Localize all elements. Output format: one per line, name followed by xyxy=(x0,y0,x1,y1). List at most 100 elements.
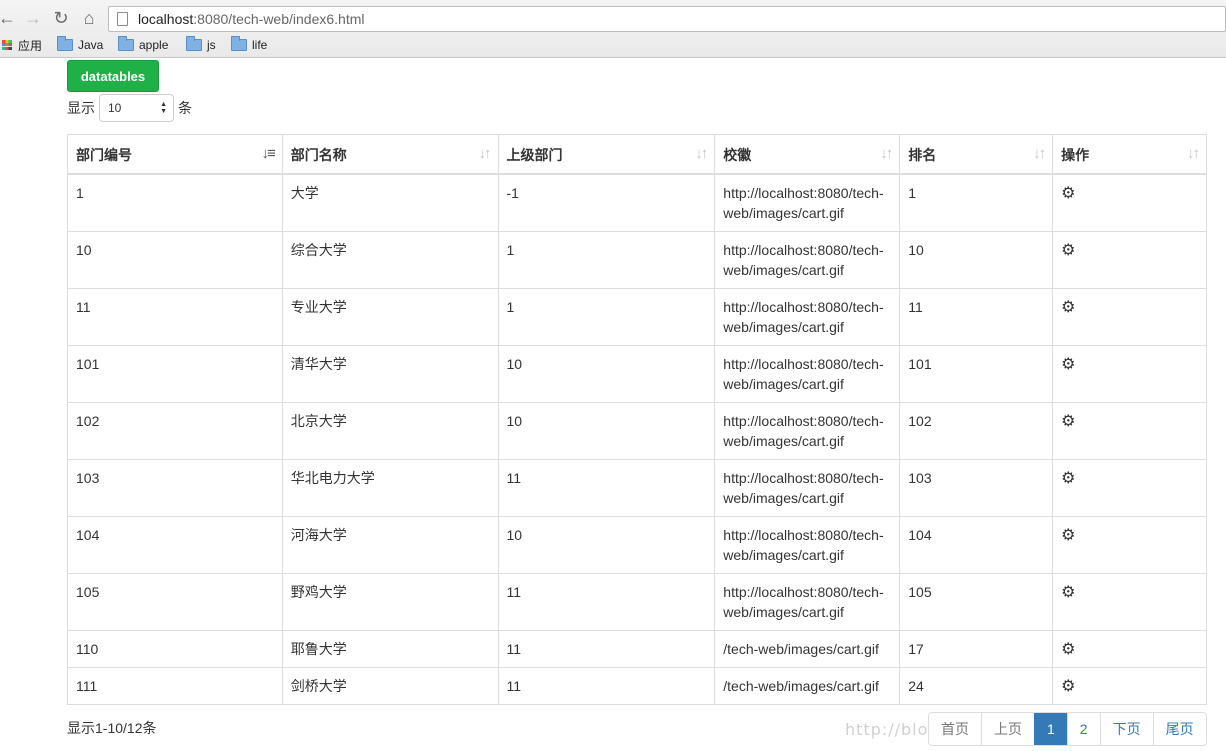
column-header-rank[interactable]: 排名 ↓↑ xyxy=(899,134,1054,175)
bookmark-java[interactable]: Java xyxy=(57,35,103,55)
cell-rank: 24 xyxy=(899,667,1054,705)
cell-parent: 10 xyxy=(497,402,716,460)
table-row: 102 北京大学 10 http://localhost:8080/tech-web/… xyxy=(67,402,1207,460)
gear-icon[interactable]: ⚙ xyxy=(1061,413,1075,430)
cell-name: 专业大学 xyxy=(281,288,499,346)
browser-nav-row: ← → ↻ ⌂ localhost:8080/tech-web/index6.h… xyxy=(0,4,1226,32)
cell-logo: /tech-web/images/cart.gif xyxy=(714,630,901,668)
table-row: 10 综合大学 1 http://localhost:8080/tech-web/im… xyxy=(67,231,1207,289)
table-info: 显示1-10/12条 xyxy=(67,720,157,736)
gear-icon[interactable]: ⚙ xyxy=(1061,185,1075,202)
cell-id: 102 xyxy=(67,402,283,460)
column-header-label: 部门名称 xyxy=(290,147,347,163)
bookmark-apple[interactable]: apple xyxy=(118,35,168,55)
table-row: 11 专业大学 1 http://localhost:8080/tech-web/im… xyxy=(67,288,1207,346)
cell-actions: ⚙ xyxy=(1052,667,1207,705)
gear-icon[interactable]: ⚙ xyxy=(1061,299,1075,316)
cell-name: 华北电力大学 xyxy=(281,459,499,517)
cell-id: 110 xyxy=(67,630,283,668)
bookmark-label: Java xyxy=(78,38,104,52)
apps-grid-icon xyxy=(2,40,12,50)
cell-id: 101 xyxy=(67,345,283,403)
page-length-select[interactable]: 10 ▲ ▼ xyxy=(99,94,174,122)
datatables-button[interactable]: datatables xyxy=(67,60,159,92)
bookmark-label: 应用 xyxy=(18,38,43,53)
cell-logo: http://localhost:8080/tech-web/images/ca… xyxy=(714,231,901,289)
bookmark-life[interactable]: life xyxy=(231,35,267,55)
table-row: 110 耶鲁大学 11/tech-web/images/cart.gif 17 ⚙ xyxy=(67,630,1207,668)
page-1-button[interactable]: 1 xyxy=(1034,713,1067,745)
first-page-button[interactable]: 首页 xyxy=(929,713,981,745)
table-header-row: 部门编号 ↓≡ 部门名称 ↓↑ 上级部门 ↓↑ 校徽 ↓↑ 排名 ↓↑ 操作 ↓↑ xyxy=(67,134,1207,175)
cell-rank: 11 xyxy=(899,288,1054,346)
column-header-label: 部门编号 xyxy=(76,147,132,163)
sort-both-icon: ↓↑ xyxy=(1187,145,1200,162)
column-header-actions[interactable]: 操作 ↓↑ xyxy=(1052,134,1207,175)
cell-name: 清华大学 xyxy=(281,345,499,403)
cell-parent: 1 xyxy=(497,231,716,289)
sort-both-icon: ↓↑ xyxy=(478,145,492,162)
cell-parent: 10 xyxy=(497,345,716,403)
sort-both-icon: ↓↑ xyxy=(880,145,893,162)
cell-id: 105 xyxy=(67,573,283,631)
gear-icon[interactable]: ⚙ xyxy=(1061,356,1075,373)
cell-rank: 101 xyxy=(899,345,1054,403)
cell-logo: http://localhost:8080/tech-web/images/ca… xyxy=(714,288,901,346)
cell-parent: 1 xyxy=(497,288,716,346)
cell-rank: 10 xyxy=(899,231,1054,289)
column-header-label: 校徽 xyxy=(723,147,752,163)
bookmarks-bar: 应用 Java apple js life xyxy=(0,35,1226,55)
cell-parent: 11 xyxy=(497,630,716,668)
cell-logo: /tech-web/images/cart.gif xyxy=(714,667,901,705)
gear-icon[interactable]: ⚙ xyxy=(1061,584,1075,601)
bookmark-apps[interactable]: 应用 xyxy=(2,35,42,55)
last-page-button[interactable]: 尾页 xyxy=(1152,713,1206,745)
column-header-label: 操作 xyxy=(1061,147,1090,163)
length-selector: 显示 10 ▲ ▼ 条 xyxy=(67,94,192,122)
bookmark-js[interactable]: js xyxy=(186,35,216,55)
select-arrows-icon: ▲ ▼ xyxy=(160,101,167,115)
cell-logo: http://localhost:8080/tech-web/images/ca… xyxy=(714,516,901,574)
next-page-button[interactable]: 下页 xyxy=(1099,713,1153,745)
cell-id: 11 xyxy=(67,288,283,346)
cell-rank: 105 xyxy=(899,573,1054,631)
cell-parent: 11 xyxy=(497,459,716,517)
cell-name: 河海大学 xyxy=(281,516,499,574)
cell-id: 1 xyxy=(67,173,283,232)
prev-page-button[interactable]: 上页 xyxy=(981,713,1034,745)
gear-icon[interactable]: ⚙ xyxy=(1061,527,1075,544)
cell-logo: http://localhost:8080/tech-web/images/ca… xyxy=(714,459,901,517)
column-header-parent[interactable]: 上级部门 ↓↑ xyxy=(497,134,716,175)
cell-name: 北京大学 xyxy=(281,402,499,460)
page-2-button[interactable]: 2 xyxy=(1066,713,1100,745)
pagination: 首页 上页 1 2 下页 尾页 xyxy=(928,712,1207,746)
gear-icon[interactable]: ⚙ xyxy=(1061,242,1075,259)
cell-name: 耶鲁大学 xyxy=(281,630,499,668)
reload-icon[interactable]: ↻ xyxy=(50,7,72,29)
bookmark-label: apple xyxy=(139,38,169,52)
cell-actions: ⚙ xyxy=(1052,173,1207,232)
cell-rank: 17 xyxy=(899,630,1054,668)
cell-rank: 102 xyxy=(899,402,1054,460)
column-header-id[interactable]: 部门编号 ↓≡ xyxy=(67,134,283,175)
table-row: 1 大学 -1 http://localhost:8080/tech-web/imag… xyxy=(67,173,1207,232)
table-row: 101 清华大学 10 http://localhost:8080/tech-web/… xyxy=(67,345,1207,403)
gear-icon[interactable]: ⚙ xyxy=(1061,678,1075,695)
bookmark-label: js xyxy=(207,38,216,52)
cell-parent: 10 xyxy=(497,516,716,574)
browser-chrome: ← → ↻ ⌂ localhost:8080/tech-web/index6.h… xyxy=(0,0,1226,58)
gear-icon[interactable]: ⚙ xyxy=(1061,641,1075,658)
cell-name: 大学 xyxy=(281,173,499,232)
table-row: 105 野鸡大学 11 http://localhost:8080/tech-web/… xyxy=(67,573,1207,631)
cell-parent: 11 xyxy=(497,667,716,705)
forward-icon[interactable]: → xyxy=(22,7,44,29)
cell-actions: ⚙ xyxy=(1052,459,1207,517)
address-bar[interactable]: localhost:8080/tech-web/index6.html xyxy=(108,6,1226,32)
column-header-name[interactable]: 部门名称 ↓↑ xyxy=(281,134,499,175)
column-header-logo[interactable]: 校徽 ↓↑ xyxy=(714,134,901,175)
gear-icon[interactable]: ⚙ xyxy=(1061,470,1075,487)
home-icon[interactable]: ⌂ xyxy=(78,7,100,29)
back-icon[interactable]: ← xyxy=(0,7,18,29)
cell-id: 104 xyxy=(67,516,283,574)
cell-logo: http://localhost:8080/tech-web/images/ca… xyxy=(714,402,901,460)
